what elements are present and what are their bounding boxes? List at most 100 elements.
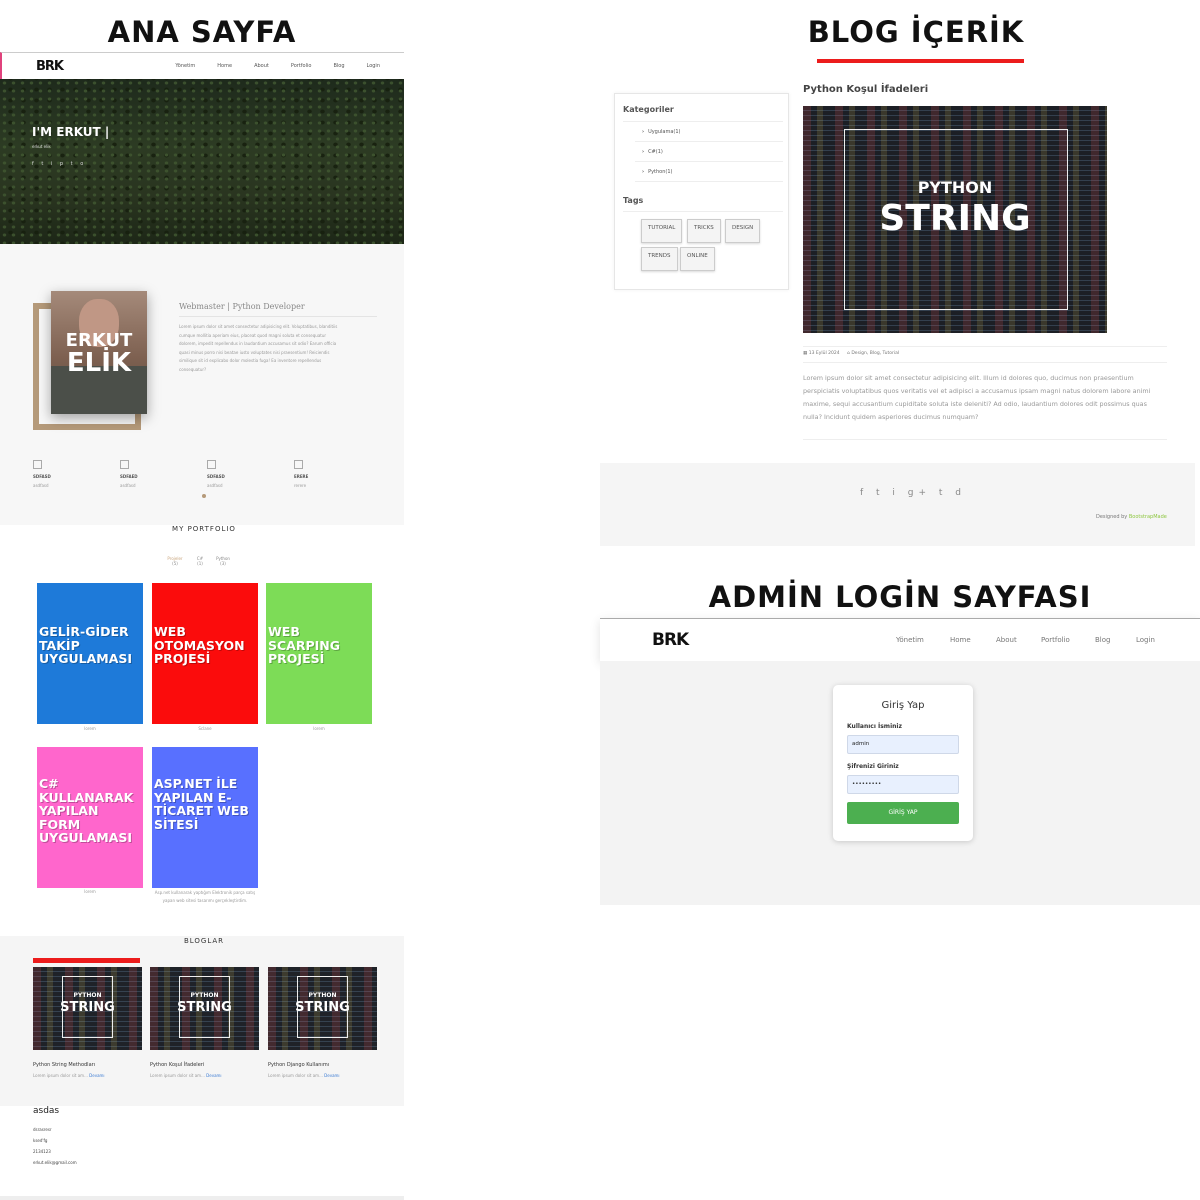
divider	[623, 211, 783, 212]
divider	[635, 161, 783, 162]
stat-sub: asdfasd	[207, 483, 223, 488]
blog-card-title[interactable]: Python Django Kullanımı	[268, 1062, 329, 1068]
category-item[interactable]: › Python(1)	[642, 169, 672, 175]
stat-sub: asdfasd	[33, 483, 49, 488]
home-logo[interactable]: BRK	[36, 59, 64, 74]
blog-card-image[interactable]: PYTHON STRING	[268, 967, 377, 1050]
password-label: Şifrenizi Giriniz	[847, 763, 899, 770]
tag-button[interactable]: TUTORIAL	[641, 219, 683, 243]
contact-email[interactable]: erkut.elik@gmail.com	[33, 1160, 77, 1165]
tile-caption: Asp.net kullanarak yaptığım Elektronik p…	[154, 890, 256, 903]
post-meta: ▦ 13 Eylül 2024 ⌂ Design, Blog, Tutorial	[803, 351, 899, 356]
nav-item-blog[interactable]: Blog	[1095, 636, 1110, 644]
contact-line: ksed'fg	[33, 1138, 48, 1143]
filter-csharp[interactable]: C# (1)	[190, 556, 210, 566]
heading-blog-underline	[817, 59, 1024, 63]
portfolio-tile[interactable]: C# KULLANARAK YAPILAN FORM UYGULAMASI	[37, 747, 143, 888]
photo-name: ERKUT ELİK	[51, 332, 147, 378]
portfolio-tile[interactable]: ASP.NET İLE YAPILAN E- TİCARET WEB SİTES…	[152, 747, 258, 888]
home-nav-menu: Yönetim Home About Portfolio Blog Login	[153, 63, 380, 69]
blog-card-excerpt: Lorem ipsum dolor sit am... Devamı	[33, 1073, 105, 1078]
chevron-right-icon: ›	[642, 149, 645, 155]
image-text-small: PYTHON	[73, 992, 102, 999]
tag-button[interactable]: TRENDS	[641, 247, 678, 271]
image-text-small: PYTHON	[917, 178, 993, 197]
footer-credit: Designed by BootstrapMade	[1096, 514, 1167, 520]
filter-python[interactable]: Python (3)	[210, 556, 236, 566]
credit-link[interactable]: BootstrapMade	[1129, 514, 1167, 520]
categories-title: Kategoriler	[623, 105, 674, 114]
nav-item-portfolio[interactable]: Portfolio	[291, 63, 312, 69]
nav-item-blog[interactable]: Blog	[333, 63, 344, 69]
nav-item-yonetim[interactable]: Yönetim	[175, 63, 195, 69]
slider-dot[interactable]	[202, 494, 206, 498]
about-divider	[179, 316, 377, 317]
stat-item: ERERE rerere	[294, 460, 334, 488]
hero-social-icons[interactable]: f t i p t o	[32, 161, 86, 167]
blog-card-image[interactable]: PYTHON STRING	[33, 967, 142, 1050]
read-more-link[interactable]: Devamı	[206, 1073, 221, 1078]
blog-card-title[interactable]: Python String Methodları	[33, 1062, 95, 1068]
post-title: Python Koşul İfadeleri	[803, 84, 929, 95]
heading-admin: ADMİN LOGİN SAYFASI	[708, 580, 1092, 614]
filter-count: (1)	[197, 561, 203, 566]
blog-card-image[interactable]: PYTHON STRING	[150, 967, 259, 1050]
filter-count: (5)	[172, 561, 178, 566]
excerpt-text: Lorem ipsum dolor sit am...	[268, 1073, 323, 1078]
nav-item-portfolio[interactable]: Portfolio	[1041, 636, 1070, 644]
hero-title: I'M ERKUT |	[32, 125, 110, 139]
blog-card-title[interactable]: Python Koşul İfadeleri	[150, 1062, 204, 1068]
blog-footer	[600, 463, 1195, 546]
tag-button[interactable]: DESIGN	[725, 219, 761, 243]
stat-sub: rerere	[294, 483, 307, 488]
category-label: Python(1)	[648, 169, 673, 175]
image-text-big: STRING	[177, 1000, 232, 1015]
divider	[803, 439, 1167, 440]
read-more-link[interactable]: Devamı	[324, 1073, 339, 1078]
hero-section: I'M ERKUT | erkut elik f t i p t o	[0, 79, 404, 244]
bottom-strip	[0, 1196, 404, 1200]
filter-count: (3)	[220, 561, 226, 566]
login-button[interactable]: GİRİŞ YAP	[847, 802, 959, 824]
tag-button[interactable]: TRICKS	[687, 219, 721, 243]
nav-item-about[interactable]: About	[996, 636, 1017, 644]
tile-caption: lorem	[84, 726, 96, 731]
heading-blog: BLOG İÇERİK	[807, 15, 1025, 49]
portfolio-tile[interactable]: WEB SCARPING PROJESİ	[266, 583, 372, 724]
admin-logo[interactable]: BRK	[652, 630, 689, 650]
contact-line: dsrasresr	[33, 1127, 52, 1132]
calendar-icon: ▦	[803, 351, 808, 356]
post-image: PYTHON STRING	[803, 106, 1107, 333]
portfolio-tile[interactable]: GELİR-GİDER TAKİP UYGULAMASI	[37, 583, 143, 724]
stat-title: SDFAED	[120, 474, 138, 479]
image-text-small: PYTHON	[190, 992, 219, 999]
tag-button[interactable]: ONLINE	[680, 247, 715, 271]
password-input[interactable]: •••••••••	[847, 775, 959, 794]
photo-name-last: ELİK	[66, 348, 132, 378]
about-text: Lorem ipsum dolor sit amet consectetur a…	[179, 324, 338, 372]
nav-item-login[interactable]: Login	[1136, 636, 1155, 644]
nav-item-yonetim[interactable]: Yönetim	[896, 636, 924, 644]
stat-title: SDFASD	[207, 474, 225, 479]
file-icon	[33, 460, 42, 469]
post-text: Lorem ipsum dolor sit amet consectetur a…	[803, 374, 1151, 421]
portfolio-tile[interactable]: WEB OTOMASYON PROJESİ	[152, 583, 258, 724]
hero-subtitle: erkut elik	[32, 144, 51, 149]
post-tags[interactable]: Design, Blog, Tutorial	[851, 351, 899, 356]
blog-card-excerpt: Lorem ipsum dolor sit am... Devamı	[150, 1073, 222, 1078]
login-title: Giriş Yap	[881, 700, 925, 711]
category-item[interactable]: › Uygulama(1)	[642, 129, 681, 135]
username-input[interactable]: admin	[847, 735, 959, 754]
footer-social-icons[interactable]: f t i g+ t d	[860, 488, 966, 498]
category-item[interactable]: › C#(1)	[642, 149, 663, 155]
read-more-link[interactable]: Devamı	[89, 1073, 104, 1078]
category-label: Uygulama(1)	[648, 129, 681, 135]
filter-projeler[interactable]: Projeler (5)	[160, 556, 190, 566]
nav-item-home[interactable]: Home	[217, 63, 232, 69]
nav-item-about[interactable]: About	[254, 63, 269, 69]
nav-item-login[interactable]: Login	[367, 63, 381, 69]
tile-caption: lorem	[84, 889, 96, 894]
credit-prefix: Designed by	[1096, 514, 1128, 520]
blogs-title: BLOGLAR	[183, 937, 225, 945]
nav-item-home[interactable]: Home	[950, 636, 971, 644]
